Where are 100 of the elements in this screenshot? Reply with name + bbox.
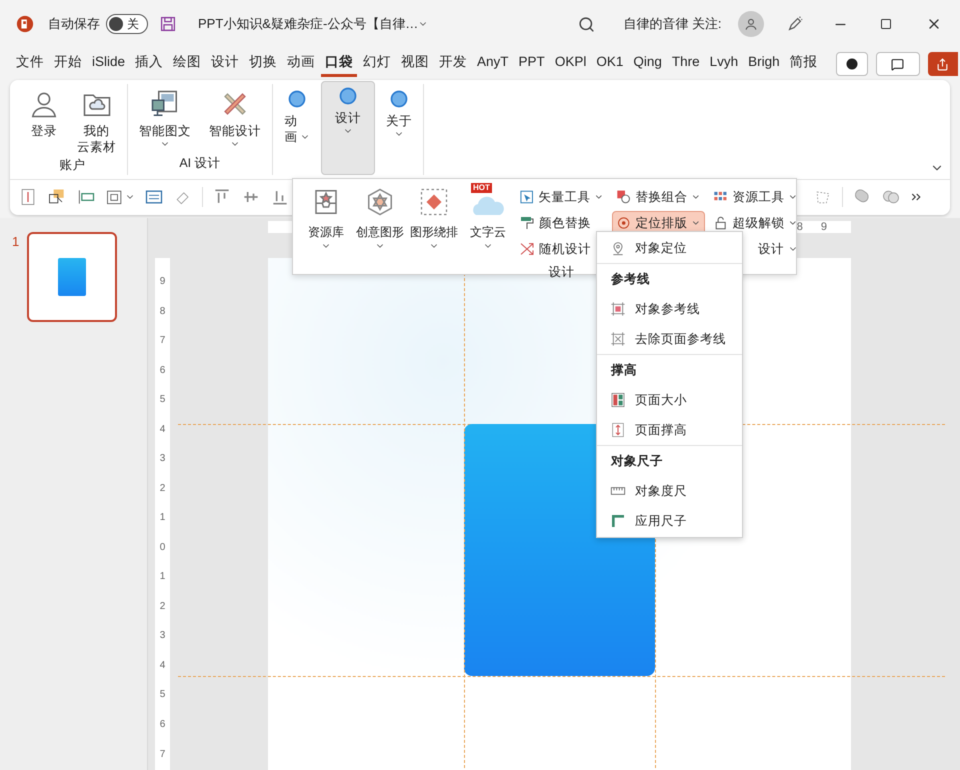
menu-item[interactable]: 对象参考线: [597, 294, 742, 324]
menu-item[interactable]: 页面撑高: [597, 415, 742, 445]
menu-heading: 对象尺子: [610, 452, 664, 470]
target-icon: [616, 215, 632, 231]
more-icon[interactable]: [910, 191, 922, 203]
comments-button[interactable]: [876, 52, 920, 76]
user-label: 自律的音律 关注:: [623, 15, 722, 34]
ribbon-tab[interactable]: 视图: [397, 51, 434, 77]
ruler-label: 4: [160, 660, 166, 673]
vector-icon: [519, 189, 534, 205]
ruler-label: 2: [160, 482, 166, 496]
ribbon-tab[interactable]: iSlide: [88, 51, 130, 77]
ribbon-tab[interactable]: OK1: [592, 51, 628, 77]
ribbon-tab[interactable]: Qing: [629, 51, 666, 77]
group-label: 设计: [548, 264, 576, 281]
circle-icon: [287, 89, 307, 109]
menu-heading: 撑高: [610, 362, 638, 379]
menu-item[interactable]: 对象度尺: [597, 476, 742, 506]
ruler-label: 6: [160, 718, 166, 732]
shapes-icon: [616, 189, 632, 205]
maximize-icon[interactable]: [880, 18, 892, 30]
ribbon-tab[interactable]: 文件: [12, 51, 48, 77]
search-icon[interactable]: [578, 16, 596, 32]
app-logo: [16, 15, 34, 33]
ruler-label: 5: [160, 394, 166, 408]
panel-button[interactable]: 替换组合: [612, 185, 705, 209]
shuffle-icon: [519, 241, 535, 257]
panel-large-button[interactable]: 资源库: [299, 185, 353, 274]
ruler-label: 1: [160, 571, 166, 584]
ribbon-tab[interactable]: 设计: [207, 51, 244, 77]
autosave-switch[interactable]: 关: [106, 14, 148, 34]
panel-large-button[interactable]: HOT 文字云: [461, 185, 515, 274]
group-label: 账户: [58, 157, 86, 174]
menu-item[interactable]: 去除页面参考线: [597, 324, 742, 354]
hot-badge: HOT: [471, 183, 492, 193]
ruler-label: 3: [160, 630, 166, 644]
panel-button[interactable]: 资源工具: [709, 185, 802, 209]
ruler-label: 4: [160, 424, 166, 437]
menu-item[interactable]: 对象定位: [597, 233, 742, 263]
share-icon: [936, 58, 950, 70]
slide-thumbnail[interactable]: [27, 232, 118, 322]
ribbon-button[interactable]: 我的 云素材: [70, 84, 123, 156]
circle-icon: [338, 86, 358, 106]
ribbon-tab[interactable]: 动画: [283, 51, 320, 77]
page-height-icon: [610, 422, 626, 438]
ruler-label: 7: [160, 335, 166, 348]
window-title: PPT小知识&疑难杂症-公众号【自律…: [198, 15, 418, 34]
slide-number: 1: [12, 233, 20, 251]
menu-item[interactable]: 页面大小: [597, 385, 742, 415]
panel-button[interactable]: 设计: [754, 237, 802, 261]
ribbon-tab[interactable]: Thre: [668, 51, 704, 77]
ribbon-tab[interactable]: 开发: [435, 51, 472, 77]
ribbon-tab[interactable]: OKPl: [550, 51, 590, 77]
ribbon-button[interactable]: 智能设计: [202, 84, 268, 154]
ribbon-button[interactable]: 智能图文: [132, 84, 198, 154]
ribbon-tab[interactable]: Brigh: [744, 51, 784, 77]
ruler-label: 7: [160, 748, 166, 762]
pen-icon[interactable]: [786, 15, 804, 33]
ribbon-tab[interactable]: 插入: [131, 51, 168, 77]
unlock-icon: [713, 215, 728, 231]
avatar[interactable]: [738, 11, 764, 37]
page-size-icon: [610, 392, 626, 408]
ribbon-button[interactable]: 关于: [379, 84, 419, 175]
hexagon-star-icon: [365, 187, 395, 217]
comment-icon: [891, 58, 904, 70]
ribbon-tab[interactable]: 绘图: [169, 51, 206, 77]
ribbon-button[interactable]: 登录: [22, 84, 66, 156]
save-icon[interactable]: [160, 16, 176, 32]
thumbnail-shape: [58, 258, 86, 296]
share-button[interactable]: [928, 52, 958, 76]
guide-remove-icon: [610, 331, 626, 347]
guide-frame-icon: [610, 301, 626, 317]
monitor-icon: [150, 89, 180, 119]
panel-large-button[interactable]: 创意图形: [353, 185, 407, 274]
ribbon-tab[interactable]: AnyT: [473, 51, 513, 77]
ruler-label: 0: [160, 542, 166, 555]
panel-large-button[interactable]: 图形绕排: [407, 185, 461, 274]
ribbon-button[interactable]: 动 画: [277, 84, 317, 175]
ruler-label: 8: [160, 306, 166, 319]
ribbon-tab[interactable]: 切换: [245, 51, 282, 77]
ribbon-tab[interactable]: 开始: [50, 51, 86, 77]
ruler-label: 9: [820, 222, 827, 232]
record-button[interactable]: [836, 52, 868, 76]
ruler-label: 2: [160, 600, 166, 614]
ribbon-button[interactable]: 设计: [321, 81, 375, 175]
ruler-label: 9: [160, 276, 166, 289]
autosave-label: 自动保存: [48, 15, 100, 34]
person-icon: [744, 17, 758, 31]
ribbon-tab[interactable]: 口袋: [321, 51, 358, 77]
ribbon-tab[interactable]: 幻灯: [359, 51, 396, 77]
group-label: AI 设计: [178, 155, 222, 172]
paint-roller-icon: [519, 215, 535, 231]
ribbon-tab[interactable]: PPT: [514, 51, 549, 77]
ribbon-tab[interactable]: 简报: [786, 51, 822, 77]
panel-button[interactable]: 颜色替换: [515, 211, 608, 235]
record-icon: [846, 58, 858, 70]
ruler-label: 1: [160, 512, 166, 526]
panel-button[interactable]: 矢量工具: [515, 185, 608, 209]
menu-item[interactable]: 应用尺子: [597, 506, 742, 536]
ribbon-tab[interactable]: Lvyh: [706, 51, 742, 77]
